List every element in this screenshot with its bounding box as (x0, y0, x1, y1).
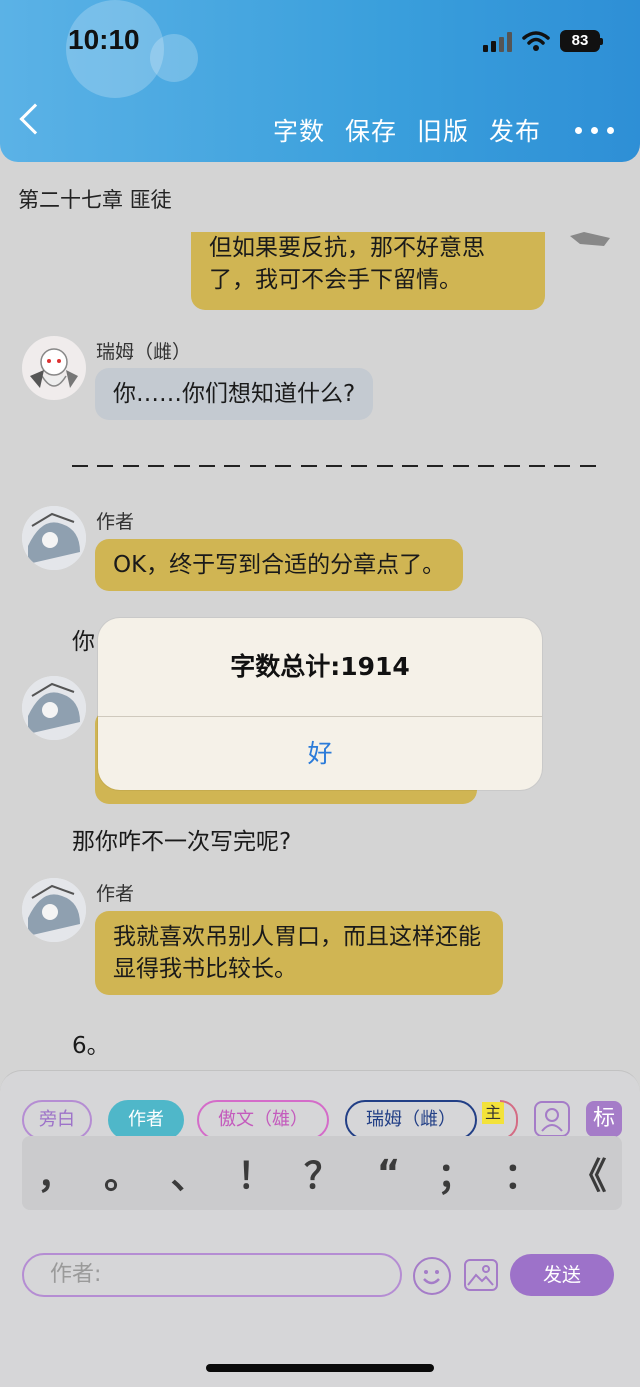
signal-icon (483, 30, 512, 52)
avatar-author[interactable] (22, 878, 86, 942)
status-icons: 83 (483, 30, 603, 52)
alert-title: 字数总计:1914 (230, 652, 410, 681)
message-bubble[interactable]: 我就喜欢吊别人胃口，而且这样还能显得我书比较长。 (95, 911, 503, 995)
wifi-icon (522, 31, 550, 51)
character-manage-icon[interactable] (534, 1101, 570, 1137)
role-chip-rem[interactable]: 瑞姆（雌） (345, 1100, 477, 1140)
toolbar: 字数 保存 旧版 发布 (273, 112, 614, 148)
publish-button[interactable]: 发布 (489, 112, 541, 148)
narration-text[interactable]: 你 (72, 622, 95, 656)
home-indicator[interactable] (206, 1364, 434, 1372)
avatar-partial (570, 232, 610, 246)
role-chip-aowen[interactable]: 傲文（雄） (197, 1100, 329, 1140)
mark-icon[interactable]: 标 (586, 1101, 622, 1137)
punct-key[interactable]: ； (435, 1147, 475, 1199)
avatar-rem[interactable] (22, 336, 86, 400)
punct-key[interactable]: 、 (169, 1147, 209, 1199)
image-icon[interactable] (464, 1259, 498, 1291)
more-icon[interactable] (575, 126, 614, 134)
alert-ok-button[interactable]: 好 (98, 717, 542, 790)
speaker-name: 作者 (96, 511, 135, 533)
top-header: 10:10 83 字数 保存 旧版 发布 (0, 0, 640, 162)
message-input[interactable]: 作者: (22, 1253, 402, 1297)
back-button[interactable] (19, 103, 51, 135)
decor-bubble (150, 34, 198, 82)
chapter-divider (72, 456, 596, 476)
old-version-button[interactable]: 旧版 (417, 112, 469, 148)
punctuation-bar: ， 。 、 ！ ？ “ ； ： 《 (22, 1136, 622, 1210)
narration-text[interactable]: 那你咋不一次写完呢? (72, 822, 291, 856)
role-chip-author[interactable]: 作者 (108, 1100, 184, 1140)
narration-text[interactable]: 6。 (72, 1026, 110, 1060)
avatar-author[interactable] (22, 506, 86, 570)
punct-key[interactable]: ： (502, 1147, 542, 1199)
punct-key[interactable]: ？ (302, 1147, 342, 1199)
status-time: 10:10 (68, 24, 140, 55)
message-bubble[interactable]: 你……你们想知道什么? (95, 368, 374, 420)
message-bubble[interactable]: OK，终于写到合适的分章点了。 (95, 539, 464, 591)
word-count-alert: 字数总计:1914 好 (98, 618, 542, 790)
speaker-name: 瑞姆（雌） (96, 341, 192, 363)
punct-key[interactable]: ！ (235, 1147, 275, 1199)
send-button[interactable]: 发送 (510, 1254, 614, 1296)
punct-key[interactable]: 。 (102, 1147, 142, 1199)
save-button[interactable]: 保存 (345, 112, 397, 148)
speaker-name: 作者 (96, 883, 135, 905)
battery-icon: 83 (560, 30, 603, 52)
message-bubble[interactable]: 但如果要反抗，那不好意思了，我可不会手下留情。 (191, 232, 545, 310)
punct-key[interactable]: ， (35, 1147, 75, 1199)
chapter-title: 第二十七章 匪徒 (18, 188, 172, 212)
punct-key[interactable]: “ (369, 1153, 409, 1194)
avatar-author[interactable] (22, 676, 86, 740)
role-chip-narrator[interactable]: 旁白 (22, 1100, 92, 1140)
punct-key[interactable]: 《 (569, 1147, 609, 1199)
word-count-button[interactable]: 字数 (273, 112, 325, 148)
emoji-icon[interactable] (413, 1257, 451, 1295)
